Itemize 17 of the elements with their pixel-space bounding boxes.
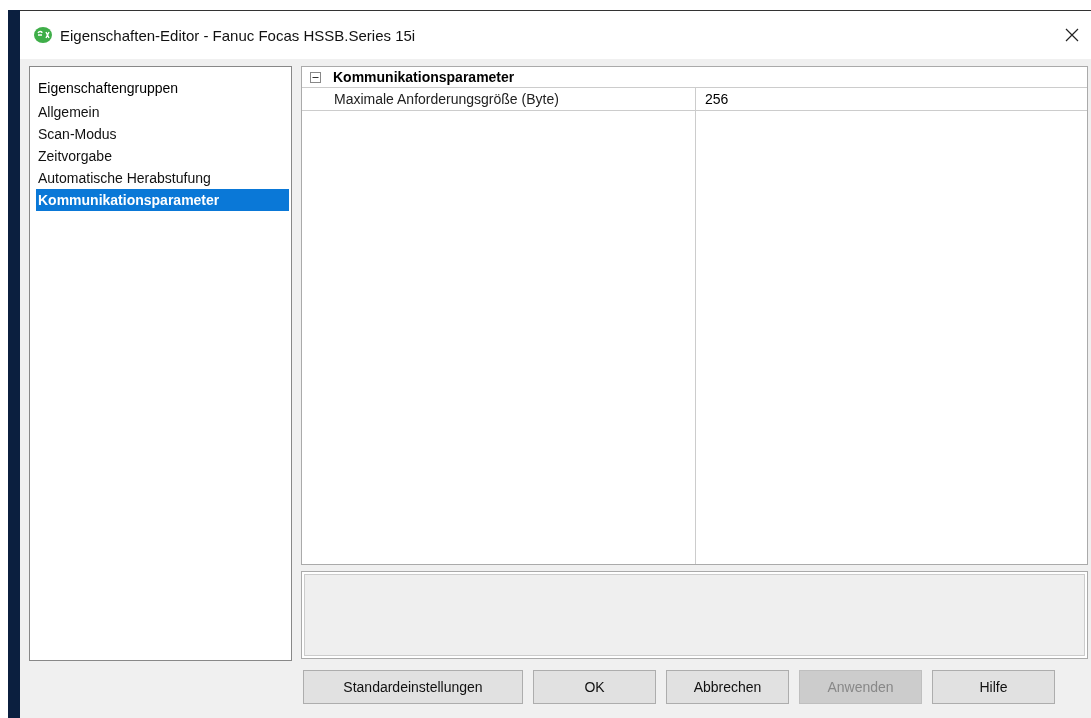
window-title: Eigenschaften-Editor - Fanuc Focas HSSB.Series 15i xyxy=(60,26,417,44)
group-heading: Eigenschaftengruppen xyxy=(37,79,180,98)
property-value[interactable]: 256 xyxy=(696,88,1087,110)
dialog-button[interactable]: Abbrechen xyxy=(666,670,789,704)
app-logo-icon xyxy=(34,27,52,43)
group-item[interactable]: Automatische Herabstufung xyxy=(36,167,289,189)
property-name: Maximale Anforderungsgröße (Byte) xyxy=(334,88,696,110)
group-item[interactable]: Allgemein xyxy=(36,101,289,123)
group-item[interactable]: Scan-Modus xyxy=(36,123,289,145)
category-label: Kommunikationsparameter xyxy=(333,69,515,85)
dialog-button[interactable]: Hilfe xyxy=(932,670,1055,704)
close-icon[interactable] xyxy=(1065,28,1079,42)
collapse-icon[interactable] xyxy=(310,71,321,83)
group-item[interactable]: Zeitvorgabe xyxy=(36,145,289,167)
dialog-button[interactable]: Standardeinstellungen xyxy=(303,670,523,704)
group-item[interactable]: Kommunikationsparameter xyxy=(36,189,289,211)
dialog-button[interactable]: OK xyxy=(533,670,656,704)
